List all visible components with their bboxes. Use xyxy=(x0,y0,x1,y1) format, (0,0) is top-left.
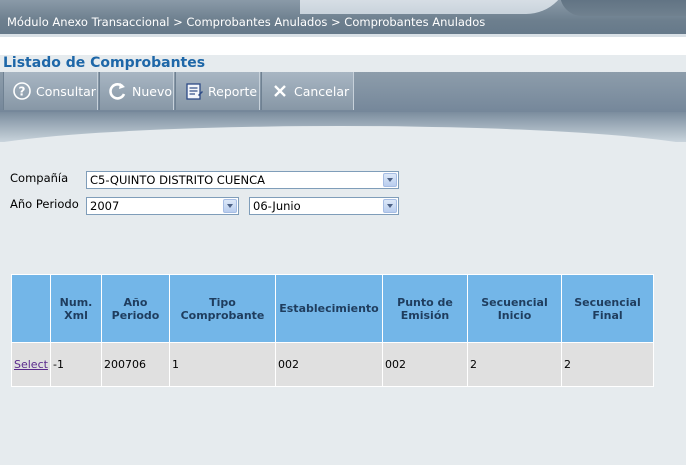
cell-punto-emision: 002 xyxy=(382,342,468,387)
report-icon xyxy=(184,81,204,101)
cancelar-button[interactable]: Cancelar xyxy=(261,72,354,110)
nuevo-button[interactable]: Nuevo xyxy=(99,72,174,110)
cancel-x-icon xyxy=(270,81,290,101)
cell-establecimiento: 002 xyxy=(275,342,383,387)
cell-secuencial-final: 2 xyxy=(561,342,654,387)
col-header-establecimiento: Establecimiento xyxy=(275,274,383,343)
col-header-secuencial-inicio: Secuencial Inicio xyxy=(467,274,562,343)
month-select[interactable]: 06-Junio xyxy=(249,197,399,215)
top-banner: Módulo Anexo Transaccional > Comprobante… xyxy=(0,0,686,34)
table-header-row: Num. Xml Año Periodo Tipo Comprobante Es… xyxy=(11,274,654,343)
refresh-new-icon xyxy=(108,81,128,101)
select-link[interactable]: Select xyxy=(14,358,48,371)
table-row: Select -1 200706 1 002 002 2 2 xyxy=(11,342,654,387)
reporte-label: Reporte xyxy=(208,83,258,99)
question-icon: ? xyxy=(12,81,32,101)
chevron-down-icon[interactable] xyxy=(223,199,237,213)
col-header-punto-emision: Punto de Emisión xyxy=(382,274,468,343)
cancelar-label: Cancelar xyxy=(294,83,350,99)
svg-text:?: ? xyxy=(19,85,26,99)
header-strip xyxy=(0,34,686,55)
chevron-down-icon[interactable] xyxy=(383,173,397,187)
cell-num-xml: -1 xyxy=(50,342,102,387)
banner-swoosh-right xyxy=(560,0,686,16)
nuevo-label: Nuevo xyxy=(132,83,173,99)
consultar-label: Consultar xyxy=(36,83,96,99)
section-wave xyxy=(0,112,686,142)
page-title: Listado de Comprobantes xyxy=(3,55,206,71)
col-header-action xyxy=(11,274,51,343)
cell-anio-periodo: 200706 xyxy=(101,342,170,387)
col-header-num-xml: Num. Xml xyxy=(50,274,102,343)
col-header-secuencial-final: Secuencial Final xyxy=(561,274,654,343)
period-label: Año Periodo xyxy=(10,197,79,211)
toolbar: ? Consultar Nuevo Reporte Cancelar xyxy=(0,72,686,112)
company-select-value: C5-QUINTO DISTRITO CUENCA xyxy=(90,173,266,187)
year-select-value: 2007 xyxy=(90,199,120,213)
chevron-down-icon[interactable] xyxy=(383,199,397,213)
banner-swoosh xyxy=(300,0,570,14)
breadcrumb: Módulo Anexo Transaccional > Comprobante… xyxy=(7,15,486,29)
cell-action: Select xyxy=(11,342,51,387)
company-select[interactable]: C5-QUINTO DISTRITO CUENCA xyxy=(86,171,399,189)
col-header-tipo-comprobante: Tipo Comprobante xyxy=(169,274,276,343)
cell-tipo-comprobante: 1 xyxy=(169,342,276,387)
reporte-button[interactable]: Reporte xyxy=(175,72,260,110)
company-label: Compañía xyxy=(10,171,69,185)
month-select-value: 06-Junio xyxy=(253,199,301,213)
consultar-button[interactable]: ? Consultar xyxy=(3,72,98,110)
year-select[interactable]: 2007 xyxy=(86,197,239,215)
col-header-anio-periodo: Año Periodo xyxy=(101,274,170,343)
comprobantes-table: Num. Xml Año Periodo Tipo Comprobante Es… xyxy=(11,274,654,387)
cell-secuencial-inicio: 2 xyxy=(467,342,562,387)
